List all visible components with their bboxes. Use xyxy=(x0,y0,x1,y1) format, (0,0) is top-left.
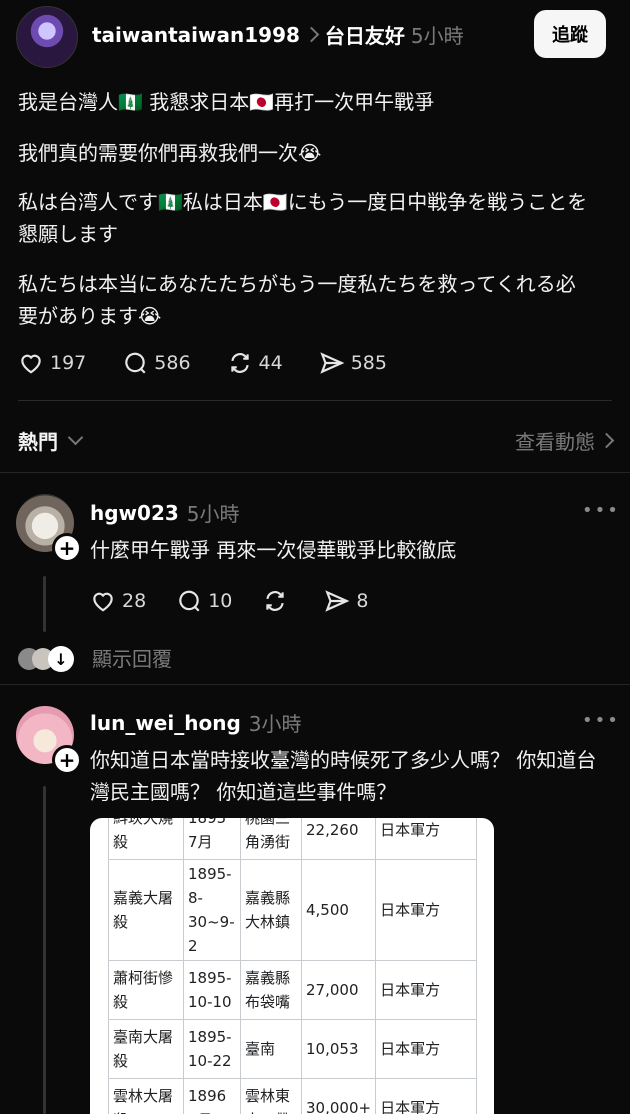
repost-icon xyxy=(230,353,249,373)
send-icon xyxy=(325,590,350,612)
table-cell: 日本軍方 xyxy=(375,960,478,1020)
repost-icon xyxy=(266,591,285,611)
table-row: 雲林大屠殺 1896 6月 雲林東南一帶 30,000+ 日本軍方 xyxy=(108,1078,478,1114)
thread-line xyxy=(43,786,46,1114)
table-row: 嘉義大屠殺 1895-8-30~9-2 嘉義縣大林鎮 4,500 日本軍方 xyxy=(108,859,478,961)
table-cell: 日本軍方 xyxy=(375,818,478,860)
like-count: 197 xyxy=(50,352,87,374)
comment-header: hgw023 5小時 xyxy=(90,498,240,527)
author-username[interactable]: taiwantaiwan1998 xyxy=(92,23,300,47)
sort-dropdown[interactable]: 熱門 xyxy=(18,426,84,455)
share-button[interactable]: 8 xyxy=(324,588,368,614)
comment-time: 3小時 xyxy=(248,712,302,736)
chevron-right-icon xyxy=(303,26,320,43)
table-cell: 1895 7月 xyxy=(183,818,241,860)
table-cell: 嘉義大屠殺 xyxy=(108,859,184,961)
divider xyxy=(0,472,630,473)
plus-icon[interactable]: + xyxy=(52,745,82,775)
table-cell: 1896 6月 xyxy=(183,1078,241,1114)
table-row: 蕭柯街慘殺 1895-10-10 嘉義縣布袋嘴 27,000 日本軍方 xyxy=(108,960,478,1020)
share-button[interactable]: 585 xyxy=(319,350,387,376)
heart-icon xyxy=(93,592,113,612)
show-replies-link[interactable]: 顯示回覆 xyxy=(92,643,172,672)
thread-line xyxy=(43,576,46,632)
author-avatar[interactable] xyxy=(16,6,78,68)
table-cell: 雲林大屠殺 xyxy=(108,1078,184,1114)
table-cell: 1895-8-30~9-2 xyxy=(183,859,241,961)
table-cell: 1895-10-22 xyxy=(183,1019,241,1079)
table-cell: 日本軍方 xyxy=(375,859,478,961)
repost-button[interactable]: 44 xyxy=(227,350,283,376)
comment-text: 什麼甲午戰爭 再來一次侵華戰爭比較徹底 xyxy=(90,538,457,562)
comment-time: 5小時 xyxy=(186,502,240,526)
sort-label: 熱門 xyxy=(18,429,58,454)
reply-avatars[interactable]: ↓ xyxy=(18,644,78,672)
table-cell: 1895-10-10 xyxy=(183,960,241,1020)
topic-tag[interactable]: 台日友好 xyxy=(325,20,405,49)
commenter-username[interactable]: lun_wei_hong xyxy=(90,711,241,735)
like-button[interactable]: 197 xyxy=(18,350,86,376)
reply-count: 10 xyxy=(208,590,233,612)
table-cell: 臺南 xyxy=(240,1019,302,1079)
repost-button[interactable] xyxy=(262,588,288,614)
comment-header: lun_wei_hong 3小時 xyxy=(90,708,302,737)
arrow-down-icon: ↓ xyxy=(48,646,74,672)
plus-icon[interactable]: + xyxy=(52,533,82,563)
table-cell: 10,053 xyxy=(300,1019,377,1079)
comment-text: 你知道日本當時接收臺灣的時候死了多少人嗎？ 你知道台灣民主國嗎？ 你知道這些事件… xyxy=(90,748,597,804)
commenter-username[interactable]: hgw023 xyxy=(90,501,179,525)
like-count: 28 xyxy=(122,590,147,612)
share-count: 8 xyxy=(356,590,369,612)
comment-actions: 28 10 8 xyxy=(90,588,404,614)
chevron-down-icon xyxy=(67,429,84,445)
table-cell: 嘉義縣布袋嘴 xyxy=(240,960,302,1020)
table-cell: 嘉義縣大林鎮 xyxy=(240,859,302,961)
table-cell: 日本軍方 xyxy=(375,1078,478,1114)
reply-count: 586 xyxy=(154,352,191,374)
table-row: 臺南大屠殺 1895-10-22 臺南 10,053 日本軍方 xyxy=(108,1019,478,1079)
comment-icon xyxy=(125,352,146,374)
view-activity-label: 查看動態 xyxy=(515,429,595,454)
post-paragraph-2: 我們真的需要你們再救我們一次😭 xyxy=(18,141,322,165)
table-cell: 蕭柯街慘殺 xyxy=(108,960,184,1020)
attached-image[interactable]: 紏崁大燒殺 1895 7月 桃園三角湧街 22,260 日本軍方 嘉義大屠殺 1… xyxy=(90,818,494,1114)
post-actions: 197 586 44 585 xyxy=(18,350,423,376)
massacre-table: 紏崁大燒殺 1895 7月 桃園三角湧街 22,260 日本軍方 嘉義大屠殺 1… xyxy=(108,818,478,1114)
reply-button[interactable]: 10 xyxy=(176,588,232,614)
table-cell: 臺南大屠殺 xyxy=(108,1019,184,1079)
share-count: 585 xyxy=(350,352,387,374)
like-button[interactable]: 28 xyxy=(90,588,146,614)
divider xyxy=(0,684,630,685)
table-cell: 雲林東南一帶 xyxy=(240,1078,302,1114)
post-paragraph-1: 我是台灣人🇳🇫 我懇求日本🇯🇵再打一次甲午戰爭 xyxy=(18,90,435,114)
more-options-icon[interactable]: ••• xyxy=(582,500,620,521)
table-cell: 27,000 xyxy=(300,960,377,1020)
repost-count: 44 xyxy=(258,352,283,374)
table-cell: 22,260 xyxy=(300,818,377,860)
send-icon xyxy=(320,352,345,374)
post-paragraph-4: 私たちは本当にあなたたちがもう一度私たちを救ってくれる必要があります😭 xyxy=(18,272,576,328)
post-time: 5小時 xyxy=(410,24,464,48)
sort-bar: 熱門 查看動態 xyxy=(18,424,615,456)
post-paragraph-3: 私は台湾人です🇳🇫私は日本🇯🇵にもう一度日中戦争を戦うことを懇願します xyxy=(18,190,588,246)
divider xyxy=(18,400,612,401)
table-cell: 日本軍方 xyxy=(375,1019,478,1079)
chevron-right-icon xyxy=(598,432,615,448)
table-cell: 紏崁大燒殺 xyxy=(108,818,184,860)
follow-button[interactable]: 追蹤 xyxy=(534,10,606,58)
table-cell: 桃園三角湧街 xyxy=(240,818,302,860)
table-row: 紏崁大燒殺 1895 7月 桃園三角湧街 22,260 日本軍方 xyxy=(108,818,478,860)
reply-button[interactable]: 586 xyxy=(122,350,191,376)
table-cell: 4,500 xyxy=(300,859,377,961)
post-header: taiwantaiwan1998 台日友好 5小時 xyxy=(92,20,464,49)
comment-icon xyxy=(179,590,200,612)
more-options-icon[interactable]: ••• xyxy=(582,710,620,731)
view-activity-link[interactable]: 查看動態 xyxy=(515,426,615,455)
heart-icon xyxy=(21,354,41,374)
table-cell: 30,000+ xyxy=(300,1078,377,1114)
